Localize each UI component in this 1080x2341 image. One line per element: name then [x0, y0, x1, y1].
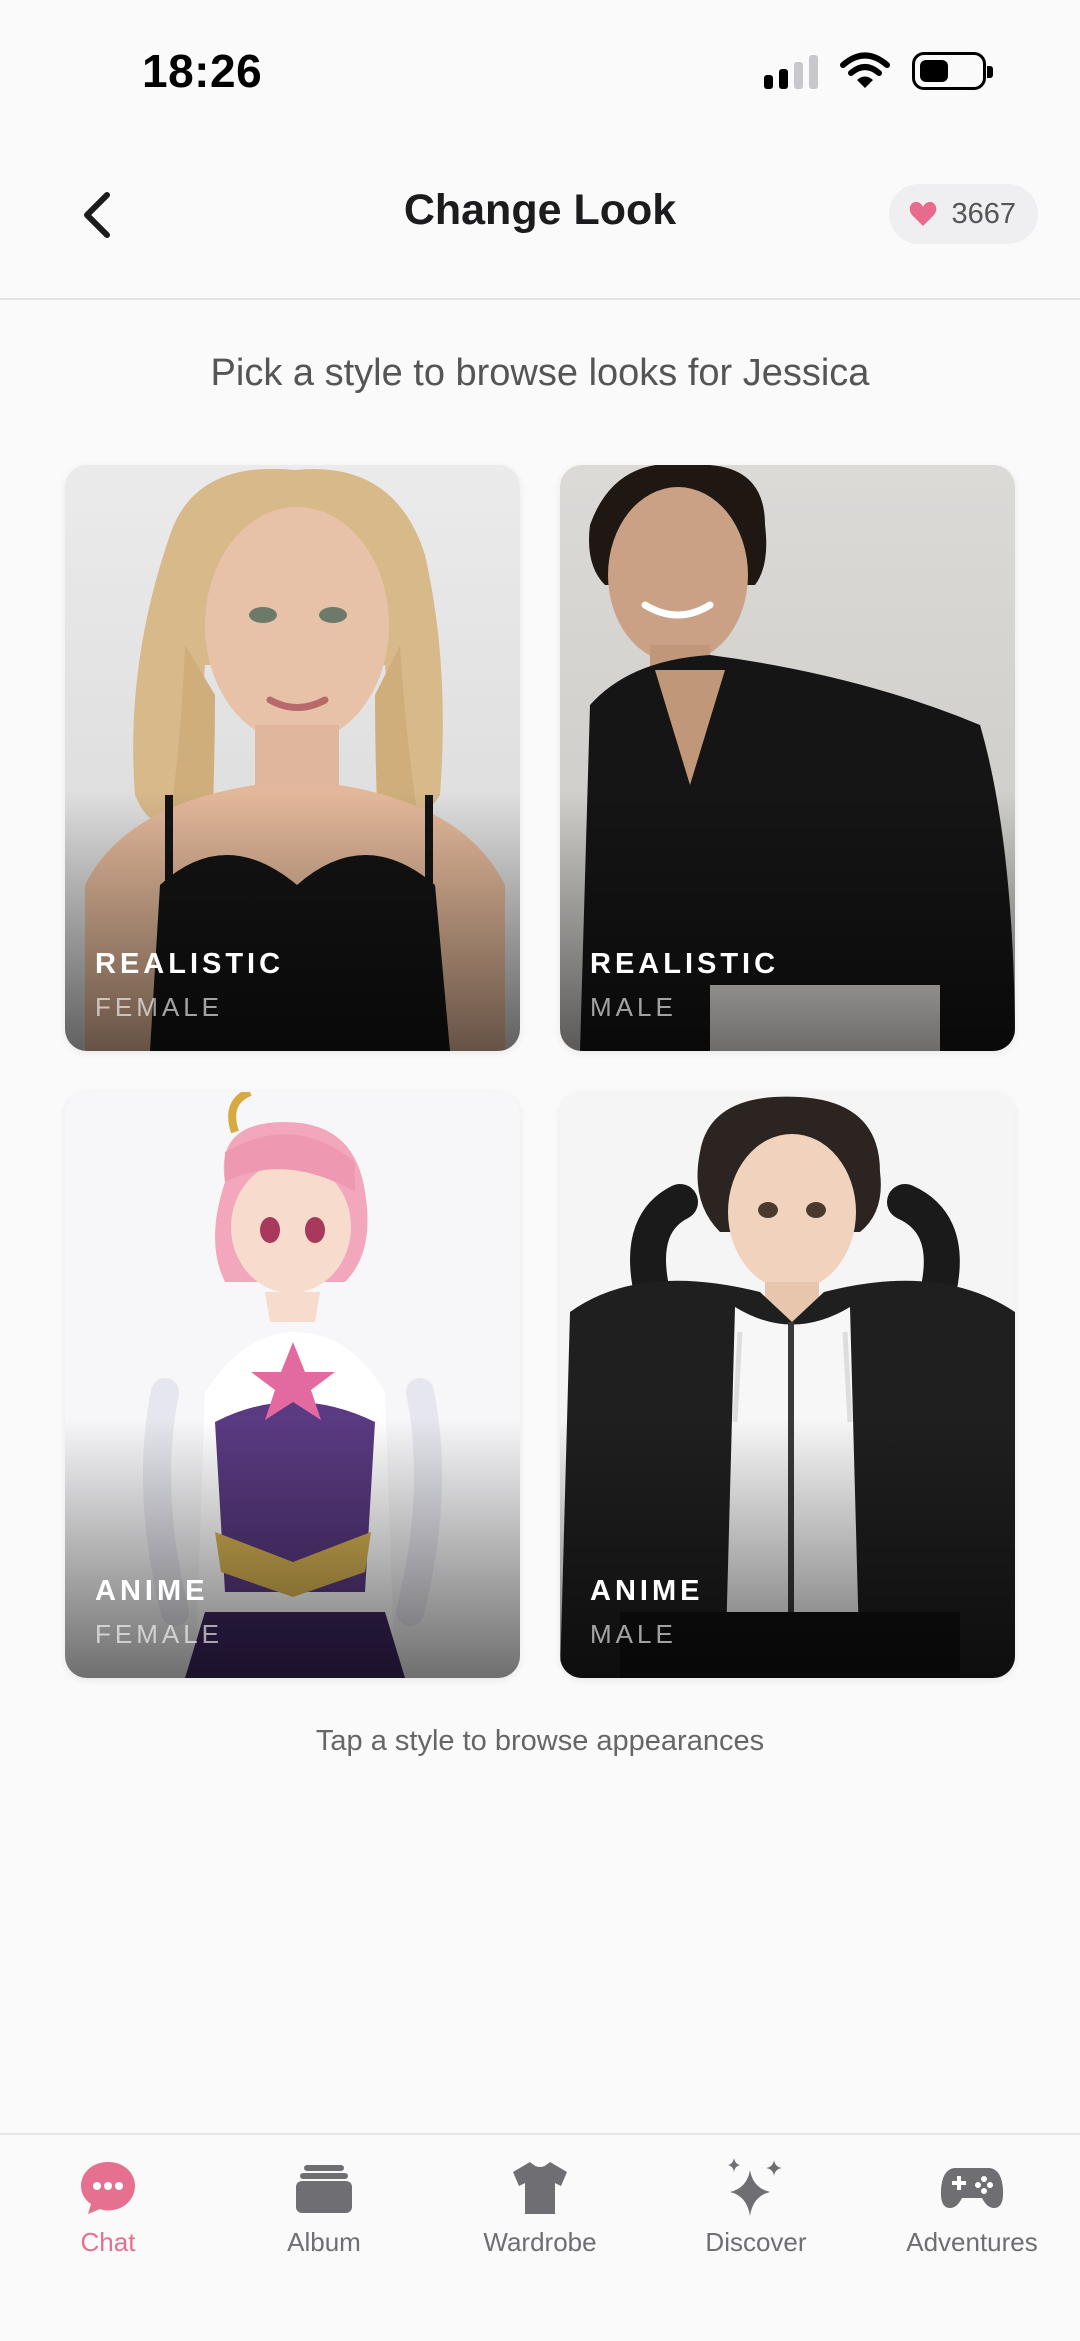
- hint-text: Tap a style to browse appearances: [315, 1725, 765, 1757]
- subtitle: Pick a style to browse looks for Jessica: [210, 352, 870, 394]
- shirt-icon: [513, 2162, 567, 2214]
- card-style-label: ANIME: [590, 1575, 704, 1607]
- wifi-icon: [840, 52, 890, 88]
- style-card-realistic-female[interactable]: REALISTIC FEMALE: [65, 465, 520, 1051]
- status-time: 18:26: [142, 45, 263, 97]
- header: Change Look 3667: [0, 150, 1080, 300]
- card-style-label: REALISTIC: [590, 948, 780, 980]
- heart-icon: [910, 201, 937, 226]
- style-card-anime-female[interactable]: ANIME FEMALE: [65, 1092, 520, 1678]
- change-look-screen: 18:26 Change Look 3667 Pick a style to b…: [0, 0, 1080, 2341]
- tab-label: Album: [287, 2227, 361, 2257]
- card-gender-label: FEMALE: [95, 1619, 224, 1649]
- gamepad-icon: [940, 2168, 1004, 2208]
- credits-count: 3667: [951, 197, 1016, 230]
- style-card-realistic-male[interactable]: REALISTIC MALE: [560, 465, 1015, 1051]
- card-gender-label: FEMALE: [95, 992, 224, 1022]
- tab-label: Chat: [80, 2227, 136, 2257]
- sparkles-icon: [728, 2158, 782, 2216]
- card-gender-label: MALE: [590, 992, 677, 1022]
- status-bar: 18:26: [0, 0, 1080, 140]
- card-gender-label: MALE: [590, 1619, 677, 1649]
- card-style-label: REALISTIC: [95, 948, 285, 980]
- tab-adventures[interactable]: Adventures: [864, 2135, 1080, 2275]
- cellular-signal-icon: [764, 53, 818, 89]
- tab-bar: Chat Album Wardrobe Discover Adventures: [0, 2133, 1080, 2341]
- status-icons: [764, 52, 993, 90]
- tab-discover[interactable]: Discover: [648, 2135, 864, 2275]
- tab-chat[interactable]: Chat: [0, 2135, 216, 2275]
- card-style-label: ANIME: [95, 1575, 209, 1607]
- chat-bubble-icon: [81, 2162, 135, 2214]
- tab-wardrobe[interactable]: Wardrobe: [432, 2135, 648, 2275]
- tab-label: Wardrobe: [483, 2227, 597, 2257]
- tab-label: Discover: [705, 2227, 807, 2257]
- style-card-anime-male[interactable]: ANIME MALE: [560, 1092, 1015, 1678]
- album-icon: [296, 2165, 352, 2213]
- battery-icon: [912, 52, 993, 90]
- credits-badge[interactable]: 3667: [889, 184, 1038, 244]
- tab-album[interactable]: Album: [216, 2135, 432, 2275]
- tab-label: Adventures: [906, 2227, 1038, 2257]
